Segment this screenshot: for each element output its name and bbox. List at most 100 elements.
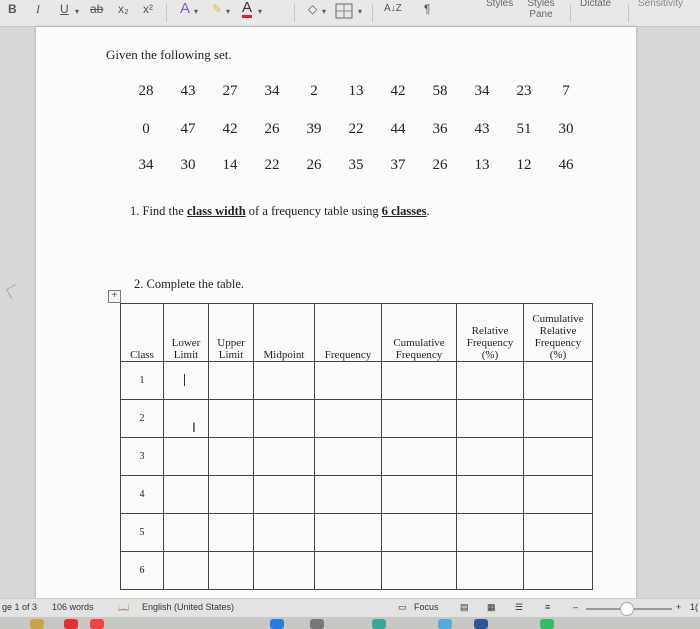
frequency-cell[interactable] (314, 361, 382, 400)
borders-icon[interactable] (335, 3, 353, 22)
midpoint-cell[interactable] (253, 437, 315, 476)
cumulative-frequency-cell[interactable] (381, 475, 457, 514)
upper-limit-cell[interactable] (208, 551, 254, 590)
lower-limit-cell[interactable] (163, 475, 209, 514)
cumulative-relative-frequency-cell[interactable] (523, 551, 593, 590)
cumulative-relative-frequency-cell[interactable] (523, 437, 593, 476)
cumulative-relative-frequency-cell[interactable] (523, 361, 593, 400)
midpoint-cell[interactable] (253, 475, 315, 514)
upper-limit-cell[interactable] (208, 399, 254, 438)
shading-dropdown-icon[interactable]: ▾ (322, 7, 326, 16)
cumulative-frequency-cell[interactable] (381, 513, 457, 552)
underline-dropdown-icon[interactable]: ▾ (75, 7, 79, 16)
lower-limit-cell[interactable] (163, 437, 209, 476)
relative-frequency-cell[interactable] (456, 399, 524, 438)
lower-limit-cell[interactable] (163, 399, 209, 438)
data-value: 30 (558, 121, 574, 137)
upper-limit-cell[interactable] (208, 475, 254, 514)
dock-app-icon[interactable] (372, 619, 386, 629)
bold-button[interactable]: B (8, 2, 17, 16)
styles-pane-button[interactable]: Styles Pane (526, 0, 556, 20)
relative-frequency-cell[interactable] (456, 361, 524, 400)
dock-app-icon[interactable] (438, 619, 452, 629)
frequency-cell[interactable] (314, 437, 382, 476)
web-layout-icon[interactable]: ▦ (487, 602, 496, 613)
dock-app-icon[interactable] (310, 619, 324, 629)
midpoint-cell[interactable] (253, 551, 315, 590)
zoom-level[interactable]: 1( (690, 602, 698, 612)
zoom-slider-handle[interactable] (620, 602, 634, 616)
midpoint-cell[interactable] (253, 361, 315, 400)
cumulative-frequency-cell[interactable] (381, 551, 457, 590)
cumulative-frequency-cell[interactable] (381, 399, 457, 438)
lower-limit-cell[interactable] (163, 551, 209, 590)
midpoint-cell[interactable] (253, 513, 315, 552)
table-move-handle[interactable]: + (108, 290, 121, 303)
styles-button[interactable]: Styles (486, 0, 513, 9)
class-number-cell[interactable]: 6 (120, 551, 164, 590)
font-color-dropdown-icon[interactable]: ▾ (258, 7, 262, 16)
underline-button[interactable]: U (60, 2, 69, 16)
shading-icon[interactable]: ◇ (308, 2, 317, 16)
frequency-cell[interactable] (314, 399, 382, 438)
dock-app-icon[interactable] (474, 619, 488, 629)
cumulative-relative-frequency-cell[interactable] (523, 475, 593, 514)
dock-app-icon[interactable] (64, 619, 78, 629)
lower-limit-cell[interactable] (163, 513, 209, 552)
language-status[interactable]: English (United States) (142, 602, 234, 612)
sensitivity-button[interactable]: Sensitivity (638, 0, 683, 9)
relative-frequency-cell[interactable] (456, 513, 524, 552)
text-effects-dropdown-icon[interactable]: ▾ (194, 7, 198, 16)
zoom-out-icon[interactable]: – (573, 602, 578, 612)
data-value: 28 (138, 83, 154, 99)
relative-frequency-cell[interactable] (456, 551, 524, 590)
upper-limit-cell[interactable] (208, 513, 254, 552)
highlight-button[interactable]: ✎ (212, 2, 222, 16)
frequency-cell[interactable] (314, 475, 382, 514)
proofing-icon[interactable]: 📖 (118, 602, 129, 613)
relative-frequency-cell[interactable] (456, 475, 524, 514)
frequency-cell[interactable] (314, 551, 382, 590)
upper-limit-cell[interactable] (208, 361, 254, 400)
text-effects-button[interactable]: A (180, 0, 190, 17)
font-color-button[interactable]: A (242, 0, 253, 18)
lower-limit-cell[interactable] (163, 361, 209, 400)
frequency-cell[interactable] (314, 513, 382, 552)
borders-dropdown-icon[interactable]: ▾ (358, 7, 362, 16)
dictate-button[interactable]: Dictate (580, 0, 611, 9)
class-number-cell[interactable]: 3 (120, 437, 164, 476)
outline-view-icon[interactable]: ☰ (515, 602, 523, 613)
zoom-in-icon[interactable]: + (676, 602, 681, 612)
cumulative-frequency-cell[interactable] (381, 437, 457, 476)
frequency-table[interactable]: Class Lower Limit Upper Limit Midpoint F… (120, 303, 593, 590)
relative-frequency-cell[interactable] (456, 437, 524, 476)
highlight-dropdown-icon[interactable]: ▾ (226, 7, 230, 16)
cumulative-relative-frequency-cell[interactable] (523, 399, 593, 438)
cumulative-frequency-cell[interactable] (381, 361, 457, 400)
dock-app-icon[interactable] (540, 619, 554, 629)
print-layout-icon[interactable]: ▤ (460, 602, 469, 613)
subscript-button[interactable]: x₂ (118, 2, 129, 16)
sort-icon[interactable]: A↓Z (384, 3, 402, 14)
focus-icon[interactable]: ▭ (398, 602, 407, 613)
show-paragraph-marks-icon[interactable]: ¶ (424, 2, 430, 16)
document-page[interactable]: Given the following set. 28 43 27 34 2 1… (36, 27, 636, 599)
word-count[interactable]: 106 words (52, 602, 94, 612)
italic-button[interactable]: I (36, 2, 40, 17)
strikethrough-button[interactable]: ab (90, 2, 103, 16)
cumulative-relative-frequency-cell[interactable] (523, 513, 593, 552)
upper-limit-cell[interactable] (208, 437, 254, 476)
draft-view-icon[interactable]: ≡ (545, 602, 550, 612)
dock-app-icon[interactable] (30, 619, 44, 629)
calendar-icon[interactable] (90, 619, 104, 629)
superscript-button[interactable]: x² (143, 2, 153, 16)
class-number-cell[interactable]: 5 (120, 513, 164, 552)
question-1-classes: 6 classes (381, 204, 427, 218)
dock-app-icon[interactable] (270, 619, 284, 629)
class-number-cell[interactable]: 4 (120, 475, 164, 514)
midpoint-cell[interactable] (253, 399, 315, 438)
class-number-cell[interactable]: 2 (120, 399, 164, 438)
class-number-cell[interactable]: 1 (120, 361, 164, 400)
focus-button[interactable]: Focus (414, 602, 439, 612)
page-count[interactable]: ge 1 of 3 (2, 602, 37, 612)
